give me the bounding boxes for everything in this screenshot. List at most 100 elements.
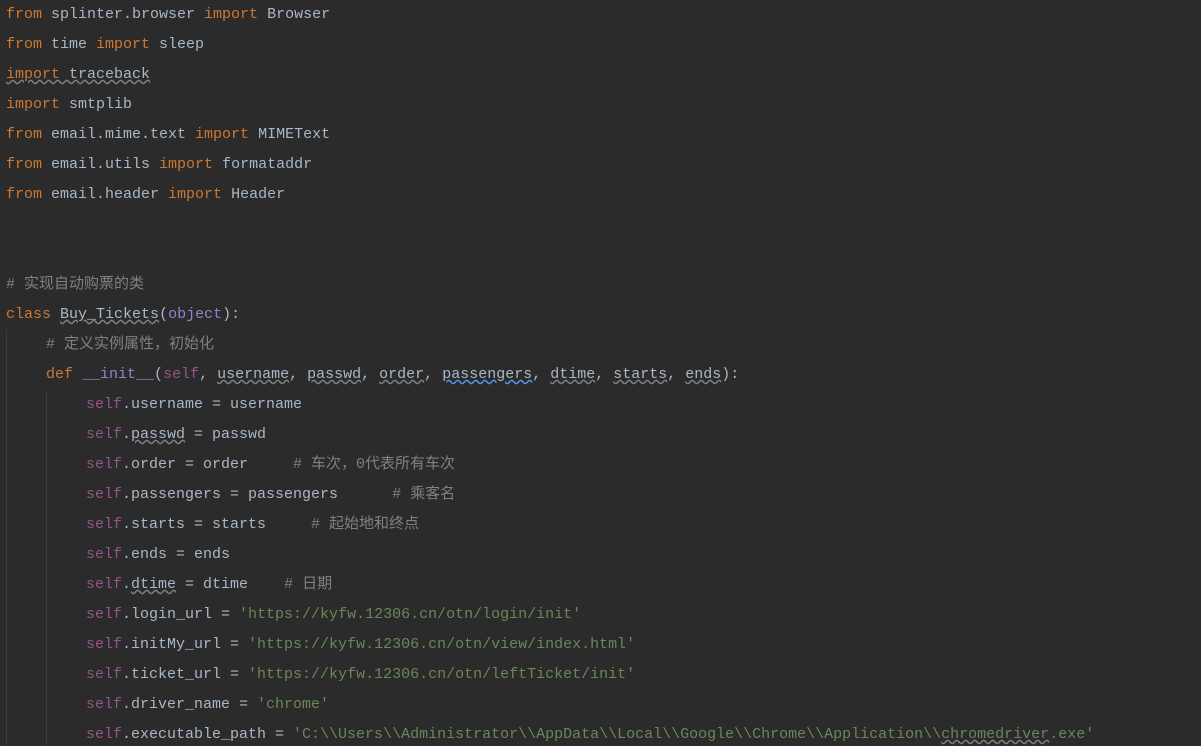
code-token: . xyxy=(122,426,131,443)
code-token: .order = order xyxy=(122,456,293,473)
code-line[interactable]: self.login_url = 'https://kyfw.12306.cn/… xyxy=(6,600,1201,630)
code-line[interactable]: from email.utils import formataddr xyxy=(6,150,1201,180)
indent-guide xyxy=(46,630,86,660)
code-line[interactable]: import smtplib xyxy=(6,90,1201,120)
code-line[interactable] xyxy=(6,240,1201,270)
indent-guide xyxy=(6,480,46,510)
code-token: , xyxy=(361,366,379,383)
code-token: smtplib xyxy=(60,96,132,113)
code-line[interactable]: self.dtime = dtime # 日期 xyxy=(6,570,1201,600)
indent-guide xyxy=(6,570,46,600)
code-line[interactable]: # 实现自动购票的类 xyxy=(6,270,1201,300)
code-line[interactable]: from time import sleep xyxy=(6,30,1201,60)
code-token: Browser xyxy=(258,6,330,23)
code-token: # 车次，0代表所有车次 xyxy=(293,456,455,473)
code-line[interactable]: self.ticket_url = 'https://kyfw.12306.cn… xyxy=(6,660,1201,690)
code-token: def xyxy=(46,366,73,383)
indent-guide xyxy=(6,540,46,570)
indent-guide xyxy=(46,450,86,480)
code-token: .passengers = passengers xyxy=(122,486,392,503)
indent-guide xyxy=(6,630,46,660)
indent-guide xyxy=(46,720,86,746)
code-token: , xyxy=(424,366,442,383)
code-line[interactable]: def __init__(self, username, passwd, ord… xyxy=(6,360,1201,390)
code-line[interactable]: import traceback xyxy=(6,60,1201,90)
code-line[interactable]: self.passengers = passengers # 乘客名 xyxy=(6,480,1201,510)
code-token: ( xyxy=(159,306,168,323)
indent-guide xyxy=(6,330,46,360)
indent-guide xyxy=(46,570,86,600)
code-token: from xyxy=(6,126,42,143)
code-token: self xyxy=(86,396,122,413)
indent-guide xyxy=(46,420,86,450)
code-token: = dtime xyxy=(176,576,284,593)
code-token: MIMEText xyxy=(249,126,330,143)
code-token: username xyxy=(217,366,289,383)
code-editor[interactable]: from splinter.browser import Browserfrom… xyxy=(0,0,1201,746)
code-token: 'https://kyfw.12306.cn/otn/login/init' xyxy=(239,606,581,623)
code-line[interactable]: # 定义实例属性，初始化 xyxy=(6,330,1201,360)
indent-guide xyxy=(46,480,86,510)
code-token: self xyxy=(86,456,122,473)
code-token: self xyxy=(86,606,122,623)
code-token: , xyxy=(595,366,613,383)
code-line[interactable]: from email.mime.text import MIMEText xyxy=(6,120,1201,150)
code-token: self xyxy=(86,486,122,503)
code-token: self xyxy=(86,426,122,443)
code-line[interactable]: self.ends = ends xyxy=(6,540,1201,570)
code-token: self xyxy=(86,726,122,743)
indent-guide xyxy=(46,390,86,420)
code-token: import xyxy=(195,126,249,143)
code-token: .ends = ends xyxy=(122,546,230,563)
code-token: formataddr xyxy=(213,156,312,173)
code-token: passwd xyxy=(131,426,185,443)
code-token: object xyxy=(168,306,222,323)
indent-guide xyxy=(46,600,86,630)
code-line[interactable]: self.starts = starts # 起始地和终点 xyxy=(6,510,1201,540)
code-token: 'https://kyfw.12306.cn/otn/leftTicket/in… xyxy=(248,666,635,683)
code-token: , xyxy=(289,366,307,383)
code-line[interactable]: from splinter.browser import Browser xyxy=(6,0,1201,30)
code-token: # 起始地和终点 xyxy=(311,516,419,533)
code-token: ): xyxy=(721,366,739,383)
code-token: email.mime.text xyxy=(42,126,195,143)
code-line[interactable]: from email.header import Header xyxy=(6,180,1201,210)
code-token: import xyxy=(168,186,222,203)
code-token: # 乘客名 xyxy=(392,486,455,503)
code-token: time xyxy=(42,36,96,53)
indent-guide xyxy=(46,540,86,570)
code-token: chromedriver xyxy=(941,726,1049,743)
code-token: self xyxy=(86,636,122,653)
code-token: self xyxy=(86,516,122,533)
code-token: .driver_name = xyxy=(122,696,257,713)
indent-guide xyxy=(6,660,46,690)
code-token: . xyxy=(122,576,131,593)
indent-guide xyxy=(6,690,46,720)
code-token: dtime xyxy=(550,366,595,383)
code-line[interactable]: self.driver_name = 'chrome' xyxy=(6,690,1201,720)
code-token: self xyxy=(86,666,122,683)
code-line[interactable]: self.passwd = passwd xyxy=(6,420,1201,450)
code-line[interactable] xyxy=(6,210,1201,240)
code-token: .ticket_url = xyxy=(122,666,248,683)
code-line[interactable]: self.username = username xyxy=(6,390,1201,420)
code-line[interactable]: class Buy_Tickets(object): xyxy=(6,300,1201,330)
code-token: , xyxy=(532,366,550,383)
code-token: traceback xyxy=(60,66,150,83)
code-token: import xyxy=(6,66,60,83)
code-token: .starts = starts xyxy=(122,516,311,533)
code-token: __init__ xyxy=(82,366,154,383)
code-token: passengers xyxy=(442,366,532,383)
indent-guide xyxy=(46,690,86,720)
code-line[interactable]: self.initMy_url = 'https://kyfw.12306.cn… xyxy=(6,630,1201,660)
code-token: order xyxy=(379,366,424,383)
code-token: 'chrome' xyxy=(257,696,329,713)
code-token: import xyxy=(6,96,60,113)
code-token: .username = username xyxy=(122,396,302,413)
code-line[interactable]: self.order = order # 车次，0代表所有车次 xyxy=(6,450,1201,480)
code-token: # 日期 xyxy=(284,576,332,593)
code-line[interactable]: self.executable_path = 'C:\\Users\\Admin… xyxy=(6,720,1201,746)
code-token: sleep xyxy=(150,36,204,53)
code-token: 'https://kyfw.12306.cn/otn/view/index.ht… xyxy=(248,636,635,653)
code-token: import xyxy=(204,6,258,23)
